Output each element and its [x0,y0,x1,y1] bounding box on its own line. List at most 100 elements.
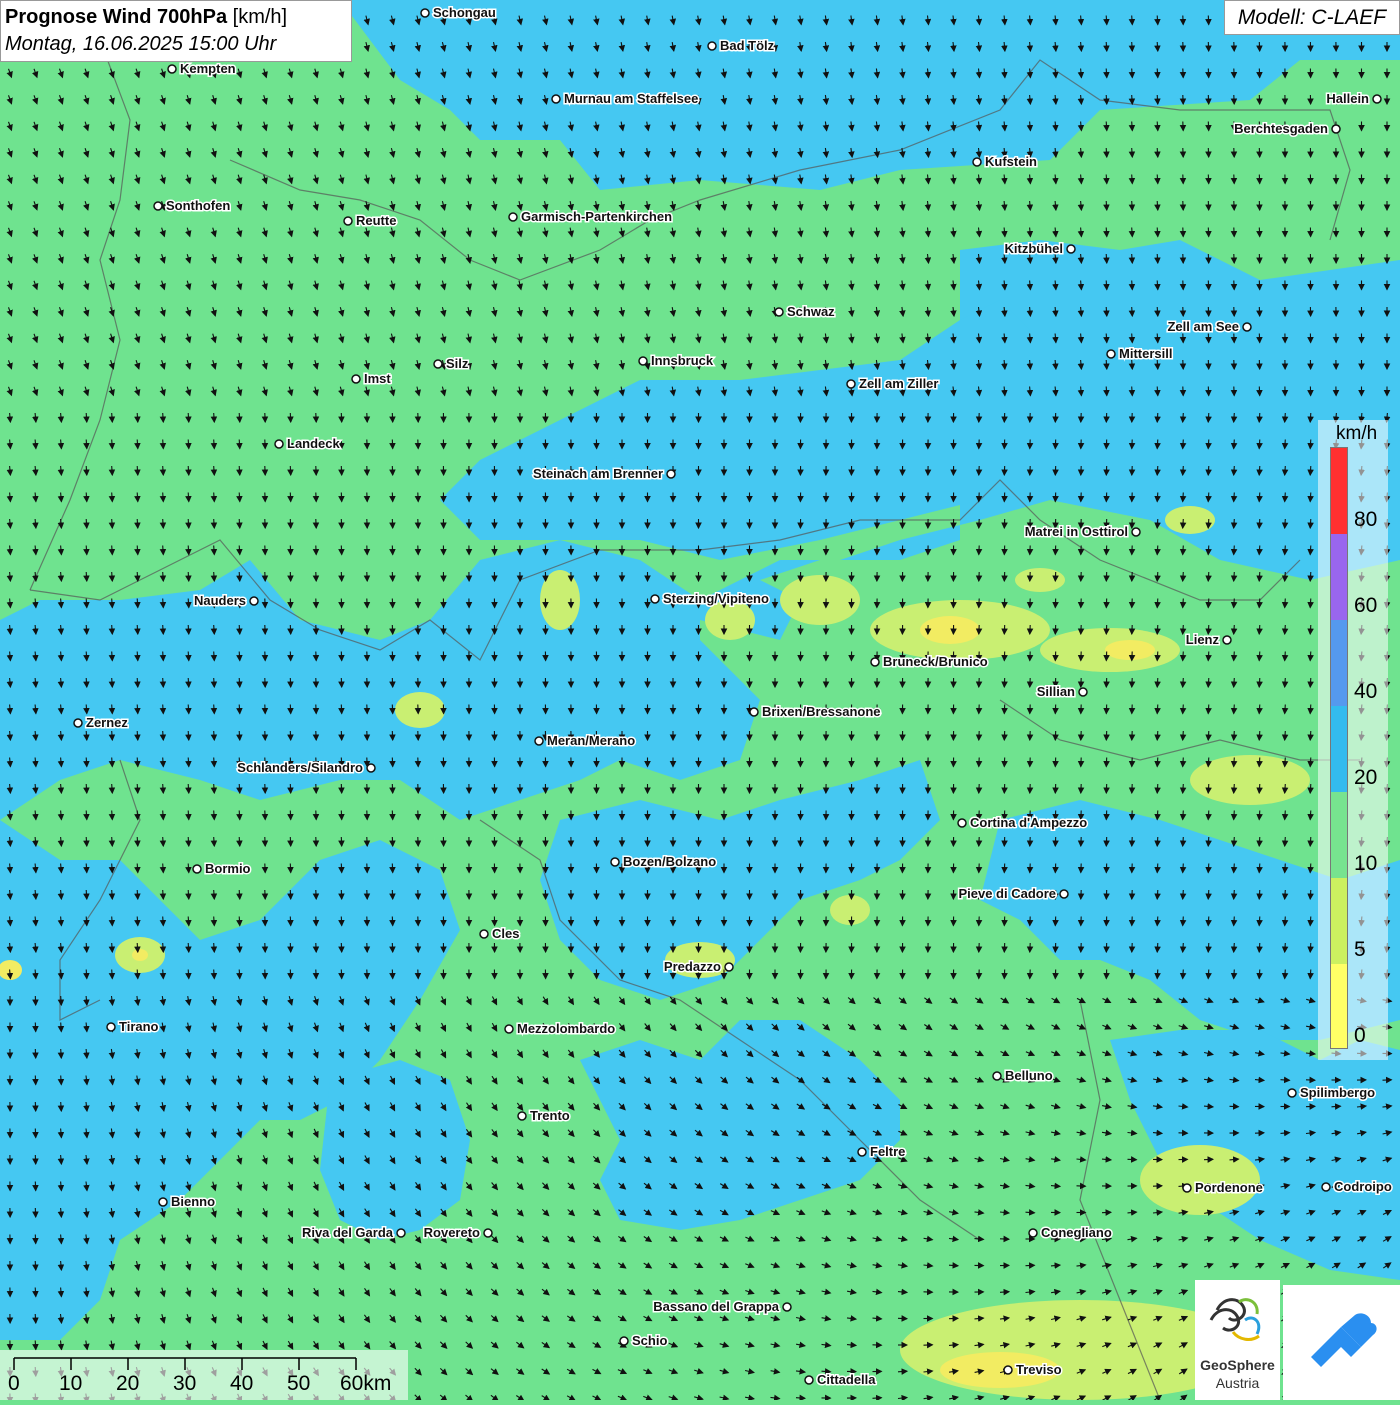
color-legend: km/h 80 60 40 20 10 5 0 [1318,420,1388,1060]
app-logo[interactable] [1283,1285,1400,1400]
wind-arrow [1208,493,1209,502]
wind-arrow [163,864,164,873]
legend-bar [1330,447,1348,1049]
wind-arrow [1000,1292,1009,1293]
wind-arrow [137,413,138,422]
city-marker: Bruneck/Brunico [871,654,988,669]
city-dot [805,1376,813,1384]
legend-seg-cyan [1331,706,1347,792]
wind-arrow [137,466,138,475]
wind-arrow [1310,546,1311,555]
wind-arrow [1208,943,1209,952]
wind-arrow [1157,95,1158,104]
wind-arrow [1310,413,1311,422]
wind-arrow [86,943,87,952]
geosphere-logo[interactable]: GeoSphere Austria [1195,1280,1280,1400]
city-label: Schio [632,1333,667,1348]
wind-arrow [1157,466,1158,475]
wind-arrow [163,413,164,422]
wind-arrow [1183,466,1184,475]
wind-arrow [86,493,87,502]
city-label: Bassano del Grappa [653,1299,779,1314]
city-dot [518,1112,526,1120]
wind-arrow [1285,943,1286,952]
city-label: Trento [530,1108,570,1123]
wind-arrow [188,493,189,502]
city-marker: Murnau am Staffelsee [552,91,698,106]
scale-label-40: 40 [230,1372,253,1396]
city-label: Schlanders/Silandro [237,760,363,775]
wind-arrow [188,731,189,740]
wind-arrow [1285,837,1286,846]
wind-arrow [1183,917,1184,926]
city-dot [154,202,162,210]
city-label: Silz [446,356,469,371]
wind-arrow [1285,758,1286,767]
city-dot [434,360,442,368]
wind-arrow [1259,546,1260,555]
wind-arrow [1310,466,1311,475]
wind-arrow [112,678,113,687]
wind-arrow [112,572,113,581]
city-dot [1183,1184,1191,1192]
wind-arrow [1310,890,1311,899]
wind-arrow [1234,731,1235,740]
wind-arrow [137,440,138,449]
wind-arrow [86,546,87,555]
wind-arrow [1259,678,1260,687]
wind-arrow [1183,546,1184,555]
wind-arrow [1183,599,1184,608]
wind-arrow [188,784,189,793]
wind-arrow [1132,175,1133,184]
city-dot [367,764,375,772]
wind-arrow [1106,201,1107,210]
wind-arrow [163,917,164,926]
city-dot [275,440,283,448]
wind-arrow [86,705,87,714]
wind-arrow [112,599,113,608]
wind-arrow [239,970,240,979]
wind-arrow [1106,175,1107,184]
wind-arrow [1208,413,1209,422]
wind-arrow [1183,970,1184,979]
wind-arrow [1157,811,1158,820]
city-label: Predazzo [664,959,721,974]
city-label: Murnau am Staffelsee [564,91,698,106]
wind-arrow [1183,413,1184,422]
wind-arrow [163,890,164,899]
geosphere-name: GeoSphere [1195,1357,1280,1373]
wind-arrow [86,917,87,926]
legend-label-0: 0 [1354,1024,1366,1048]
wind-arrow [1310,917,1311,926]
wind-arrow [86,784,87,793]
wind-arrow [1132,334,1133,343]
city-dot [708,42,716,50]
wind-arrow [163,466,164,475]
wind-arrow [1157,281,1158,290]
wind-arrow [239,811,240,820]
wind-arrow [1259,466,1260,475]
legend-unit: km/h [1336,423,1377,445]
wind-arrow [188,519,189,528]
wind-arrow [1183,519,1184,528]
wind-arrow [163,758,164,767]
wind-arrow [1208,758,1209,767]
wind-arrow [1285,413,1286,422]
city-marker: Sterzing/Vipiteno [651,591,769,606]
city-dot [535,737,543,745]
wind-arrow [188,678,189,687]
wind-arrow [1285,731,1286,740]
wind-arrow [1183,784,1184,793]
legend-label-80: 80 [1354,508,1377,532]
city-marker: Matrei in Osttirol [1025,524,1140,539]
wind-arrow [1234,837,1235,846]
wind-arrow [239,678,240,687]
wind-arrow [1310,943,1311,952]
wind-arrow [1234,546,1235,555]
wind-arrow [112,466,113,475]
wind-arrow [163,625,164,634]
wind-map[interactable]: SchongauBad TölzKemptenMurnau am Staffel… [0,0,1400,1400]
wind-arrow [239,519,240,528]
wind-arrow [1234,493,1235,502]
wind-arrow [1259,599,1260,608]
